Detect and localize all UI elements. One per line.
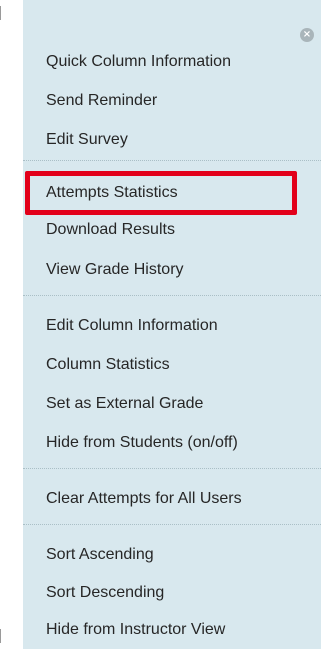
- menu-item-clear-attempts-for-all-users[interactable]: Clear Attempts for All Users: [23, 484, 321, 514]
- menu-item-edit-survey[interactable]: Edit Survey: [23, 125, 321, 155]
- close-icon[interactable]: ×: [300, 28, 314, 42]
- column-context-menu: × Quick Column Information Send Reminder…: [23, 0, 321, 649]
- menu-item-edit-column-information[interactable]: Edit Column Information: [23, 311, 321, 341]
- menu-divider: [23, 160, 321, 161]
- menu-item-hide-from-instructor-view[interactable]: Hide from Instructor View: [23, 615, 321, 645]
- edge-tick: [0, 6, 1, 20]
- page: × Quick Column Information Send Reminder…: [0, 0, 327, 649]
- menu-item-hide-from-students[interactable]: Hide from Students (on/off): [23, 428, 321, 458]
- menu-item-quick-column-information[interactable]: Quick Column Information: [23, 47, 321, 77]
- menu-divider: [23, 524, 321, 525]
- menu-divider: [23, 468, 321, 469]
- edge-tick: [0, 629, 1, 643]
- left-edge-rule: [0, 0, 2, 649]
- menu-item-attempts-statistics[interactable]: Attempts Statistics: [23, 178, 321, 208]
- menu-divider: [23, 295, 321, 296]
- menu-item-download-results[interactable]: Download Results: [23, 215, 321, 245]
- menu-item-set-as-external-grade[interactable]: Set as External Grade: [23, 389, 321, 419]
- menu-item-send-reminder[interactable]: Send Reminder: [23, 86, 321, 116]
- menu-item-sort-ascending[interactable]: Sort Ascending: [23, 540, 321, 570]
- menu-item-column-statistics[interactable]: Column Statistics: [23, 350, 321, 380]
- menu-item-view-grade-history[interactable]: View Grade History: [23, 255, 321, 285]
- menu-item-sort-descending[interactable]: Sort Descending: [23, 578, 321, 608]
